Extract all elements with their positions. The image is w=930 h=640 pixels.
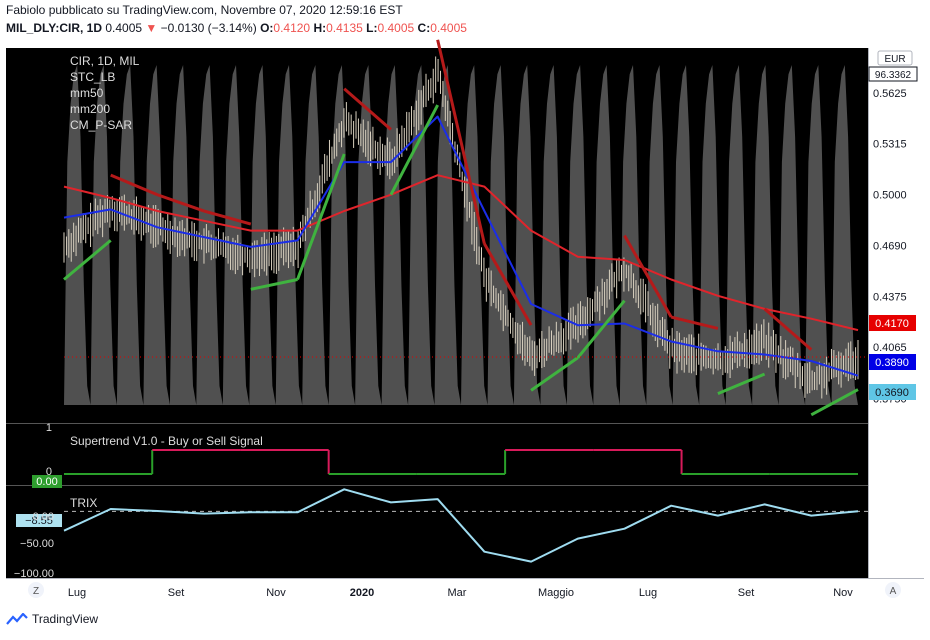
legend-item-psar[interactable]: CM_P-SAR	[70, 118, 132, 132]
chart-canvas[interactable]: CIR, 1D, MIL STC_LB mm50 mm200 CM_P-SAR …	[0, 0, 930, 640]
legend-title: CIR, 1D, MIL	[70, 54, 140, 68]
time-tick: 2020	[350, 587, 374, 599]
time-tick: Nov	[833, 587, 853, 599]
timezone-button-label: Z	[33, 586, 39, 597]
price-axis-bg	[868, 48, 924, 578]
last-price-tag-value: 0.3690	[875, 387, 909, 399]
currency-label: EUR	[884, 54, 905, 65]
price-tick: 0.5315	[873, 138, 907, 150]
supertrend-tick-1: 1	[46, 422, 52, 434]
trix-tick-minus100: −100.00	[14, 568, 54, 580]
legend-item-mm50[interactable]: mm50	[70, 86, 104, 100]
time-tick: Lug	[68, 587, 86, 599]
top-value: 96.3362	[875, 70, 912, 81]
time-tick: Mar	[448, 587, 467, 599]
price-tick: 0.5000	[873, 190, 907, 202]
time-tick: Nov	[266, 587, 286, 599]
time-tick: Maggio	[538, 587, 574, 599]
time-axis: Lug Set Nov 2020 Mar Maggio Lug Set Nov	[68, 587, 853, 599]
time-tick: Lug	[639, 587, 657, 599]
price-tick: 0.4375	[873, 292, 907, 304]
price-tick: 0.4690	[873, 240, 907, 252]
time-tick: Set	[168, 587, 185, 599]
brand-footer[interactable]: TradingView	[6, 612, 98, 626]
price-tick: 0.4065	[873, 342, 907, 354]
brand-label: TradingView	[32, 612, 99, 626]
price-tick: 0.5625	[873, 88, 907, 100]
auto-scale-button-label: A	[890, 586, 897, 597]
trix-tick-minus50: −50.00	[20, 538, 54, 550]
tradingview-logo-icon	[6, 613, 28, 625]
supertrend-label: Supertrend V1.0 - Buy or Sell Signal	[70, 434, 263, 448]
trix-label: TRIX	[70, 496, 97, 510]
mm50-tag-value: 0.3890	[875, 357, 909, 369]
supertrend-tag-value: 0.00	[36, 476, 57, 488]
trix-tick-0: 0.00	[33, 511, 54, 523]
mm200-tag-value: 0.4170	[875, 318, 909, 330]
time-tick: Set	[738, 587, 755, 599]
legend-item-stc[interactable]: STC_LB	[70, 70, 115, 84]
legend-item-mm200[interactable]: mm200	[70, 102, 110, 116]
